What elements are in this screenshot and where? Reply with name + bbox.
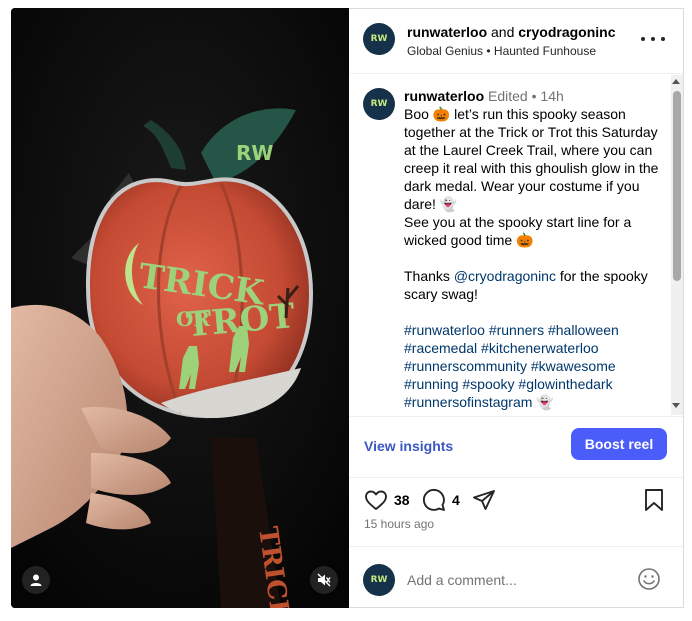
emoji-button[interactable] — [637, 567, 661, 594]
post-timestamp[interactable]: 15 hours ago — [364, 517, 434, 531]
comment-action[interactable]: 4 — [422, 488, 460, 512]
more-dot-icon — [651, 37, 655, 41]
avatar-initials: RW — [370, 575, 388, 585]
comment-input[interactable] — [407, 569, 627, 591]
meta-dot: • — [531, 88, 537, 104]
avatar-initials: RW — [370, 99, 388, 109]
like-action[interactable]: 38 — [364, 488, 410, 512]
authors-joiner: and — [491, 24, 515, 40]
heart-icon[interactable] — [364, 488, 388, 512]
boost-reel-button[interactable]: Boost reel — [571, 428, 667, 460]
save-action[interactable] — [643, 488, 665, 512]
more-dot-icon — [641, 37, 645, 41]
more-options-button[interactable] — [641, 31, 665, 47]
caption-area[interactable]: RW runwaterloo Edited • 14h Boo 🎃 let’s … — [349, 75, 683, 415]
caption-time: 14h — [540, 88, 564, 104]
caption-text-2: See you at the spooky start line for a w… — [404, 214, 632, 248]
avatar[interactable]: RW — [363, 88, 395, 120]
collaborator-link[interactable]: cryodragoninc — [518, 24, 615, 40]
muted-speaker-icon — [317, 573, 331, 587]
author-link[interactable]: runwaterloo — [407, 24, 487, 40]
share-icon[interactable] — [472, 488, 496, 512]
thanks-prefix: Thanks — [404, 268, 450, 284]
tagged-users-button[interactable] — [22, 566, 50, 594]
avatar[interactable]: RW — [363, 23, 395, 55]
post-panel: RW runwaterloo and cryodragoninc Global … — [349, 8, 684, 608]
post-header: RW runwaterloo and cryodragoninc Global … — [349, 9, 683, 74]
comment-icon[interactable] — [422, 488, 446, 512]
avatar-initials: RW — [370, 34, 388, 44]
comments-count[interactable]: 4 — [452, 492, 460, 508]
emoji-icon — [638, 568, 660, 590]
edited-label: Edited — [488, 88, 528, 104]
mention-link[interactable]: @cryodragoninc — [454, 268, 556, 284]
comment-bar: RW — [349, 546, 683, 609]
caption-author[interactable]: runwaterloo — [404, 88, 484, 104]
more-dot-icon — [661, 37, 665, 41]
likes-count[interactable]: 38 — [394, 492, 410, 508]
scrollbar-thumb[interactable] — [673, 91, 681, 281]
avatar: RW — [363, 564, 395, 596]
share-action[interactable] — [472, 488, 496, 512]
scroll-down-arrow-icon[interactable] — [672, 403, 680, 408]
view-insights-link[interactable]: View insights — [364, 438, 453, 454]
mute-button[interactable] — [310, 566, 338, 594]
svg-text:RW: RW — [236, 141, 273, 165]
medal-photo: TRICK RW TRICK OR TROT — [11, 8, 349, 608]
scroll-up-arrow-icon[interactable] — [672, 79, 680, 84]
bookmark-icon[interactable] — [643, 488, 665, 512]
post-authors: runwaterloo and cryodragoninc — [407, 24, 616, 40]
reel-media[interactable]: TRICK RW TRICK OR TROT — [11, 8, 349, 608]
caption-text-1: Boo 🎃 let’s run this spooky season toget… — [404, 106, 659, 212]
caption-body: runwaterloo Edited • 14h Boo 🎃 let’s run… — [404, 87, 666, 411]
hashtags[interactable]: #runwaterloo #runners #halloween #raceme… — [404, 321, 666, 411]
insights-bar: View insights Boost reel — [349, 416, 683, 478]
user-icon — [30, 574, 42, 586]
audio-info[interactable]: Global Genius • Haunted Funhouse — [407, 44, 596, 58]
